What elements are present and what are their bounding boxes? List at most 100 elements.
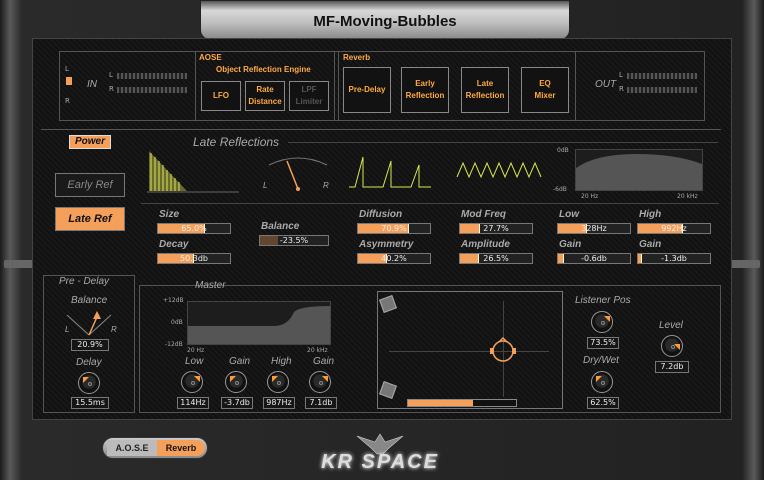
aose-subheader: Object Reflection Engine bbox=[216, 65, 311, 74]
pre-delay-title: Pre - Delay bbox=[59, 276, 110, 287]
reverb-header: Reverb bbox=[343, 53, 371, 62]
master-low-knob[interactable] bbox=[181, 371, 203, 393]
late-section-title: Late Reflections bbox=[193, 135, 280, 149]
late-eq-right-label: 20 kHz bbox=[677, 193, 698, 200]
asymmetry-field[interactable]: 40.2% bbox=[357, 253, 431, 264]
page-switch[interactable]: A.O.S.E Reverb bbox=[102, 437, 208, 459]
modulation-graph bbox=[456, 161, 542, 179]
out-meter-right bbox=[627, 87, 697, 93]
in-label: IN bbox=[87, 79, 97, 90]
pre-delay-balance-value: 20.9% bbox=[71, 339, 109, 351]
diffusion-label: Diffusion bbox=[359, 209, 403, 220]
kr-space-logo: KR SPACE bbox=[285, 430, 475, 476]
decay-graph bbox=[147, 151, 239, 193]
master-high-value: 987Hz bbox=[263, 397, 295, 409]
master-title: Master bbox=[195, 280, 226, 291]
master-gain1-label: Gain bbox=[229, 356, 251, 367]
main-panel: L R IN L R AOSE Object Reflection Engine… bbox=[32, 38, 732, 420]
low-label: Low bbox=[559, 209, 579, 220]
power-button[interactable]: Power bbox=[69, 135, 111, 149]
logo-text: KR SPACE bbox=[321, 451, 439, 473]
gain-low-label: Gain bbox=[559, 239, 582, 250]
size-field[interactable]: 65.0% bbox=[157, 223, 231, 234]
master-eq-right: 20 kHz bbox=[307, 347, 328, 354]
high-label: High bbox=[639, 209, 662, 220]
mod-freq-label: Mod Freq bbox=[461, 209, 506, 220]
rate-distance-button[interactable]: Rate Distance bbox=[245, 81, 285, 111]
early-ref-button[interactable]: Early Ref bbox=[55, 173, 125, 197]
pre-delay-balance-label: Balance bbox=[71, 295, 108, 306]
master-gain1-value: -3.7db bbox=[221, 397, 253, 409]
in-r-label: R bbox=[65, 97, 70, 105]
late-ref-button[interactable]: Late Ref bbox=[55, 207, 125, 231]
balance-graph-l: L bbox=[263, 181, 268, 190]
level-knob[interactable] bbox=[661, 335, 683, 357]
dry-wet-label: Dry/Wet bbox=[583, 355, 619, 366]
gain-low-field[interactable]: -0.6db bbox=[557, 253, 631, 264]
master-eq-mid: 0dB bbox=[171, 319, 183, 326]
gain-high-field[interactable]: -1.3db bbox=[637, 253, 711, 264]
balance-graph-r: R bbox=[323, 181, 329, 190]
low-field[interactable]: 328Hz bbox=[557, 223, 631, 234]
amplitude-label: Amplitude bbox=[461, 239, 510, 250]
decay-field[interactable]: 50.3db bbox=[157, 253, 231, 264]
listener-pos-value: 73.5% bbox=[587, 337, 619, 349]
listener-pos-knob[interactable] bbox=[591, 311, 613, 333]
listener-pos-label: Listener Pos bbox=[575, 295, 631, 306]
decay-label: Decay bbox=[159, 239, 189, 250]
out-meter-r-label: R bbox=[619, 85, 624, 93]
late-divider bbox=[41, 129, 721, 130]
diffusion-field[interactable]: 70.9% bbox=[357, 223, 431, 234]
master-eq-graph bbox=[187, 301, 331, 345]
dry-wet-value: 62.5% bbox=[587, 397, 619, 409]
in-l-label: L bbox=[65, 65, 69, 73]
master-low-value: 114Hz bbox=[177, 397, 209, 409]
pre-delay-r: R bbox=[111, 325, 117, 334]
reverb-tab[interactable]: Reverb bbox=[157, 440, 205, 456]
pre-delay-button[interactable]: Pre-Delay bbox=[343, 67, 391, 113]
frame-edge-right bbox=[730, 260, 760, 268]
master-gain2-value: 7.1db bbox=[305, 397, 337, 409]
mod-freq-field[interactable]: 27.7% bbox=[459, 223, 533, 234]
out-label: OUT bbox=[595, 79, 617, 90]
master-eq-left: 20 Hz bbox=[187, 347, 205, 354]
out-meter-l-label: L bbox=[619, 71, 623, 79]
title-bar: MF-Moving-Bubbles bbox=[200, 0, 570, 40]
late-eq-left-label: 20 Hz bbox=[581, 193, 599, 200]
high-field[interactable]: 992Hz bbox=[637, 223, 711, 234]
master-gain2-label: Gain bbox=[313, 356, 335, 367]
plugin-title: MF-Moving-Bubbles bbox=[313, 13, 457, 30]
amplitude-field[interactable]: 26.5% bbox=[459, 253, 533, 264]
frame-edge-left bbox=[4, 260, 34, 268]
master-gain1-knob[interactable] bbox=[225, 371, 247, 393]
aose-header: AOSE bbox=[199, 53, 222, 62]
in-balance-marker[interactable] bbox=[66, 77, 72, 85]
late-eq-bottom-label: -6dB bbox=[553, 186, 567, 193]
listener-h-axis bbox=[389, 351, 549, 352]
in-meter-r-label: R bbox=[109, 85, 114, 93]
eq-mixer-button[interactable]: EQ Mixer bbox=[521, 67, 569, 113]
listener-area[interactable] bbox=[377, 291, 563, 409]
gain-high-label: Gain bbox=[639, 239, 662, 250]
aose-tab[interactable]: A.O.S.E bbox=[107, 440, 157, 456]
dry-wet-knob[interactable] bbox=[591, 371, 613, 393]
late-reflection-button[interactable]: Late Reflection bbox=[461, 67, 509, 113]
level-value: 7.2db bbox=[655, 361, 689, 373]
pre-delay-delay-knob[interactable] bbox=[78, 372, 100, 394]
early-reflection-button[interactable]: Early Reflection bbox=[401, 67, 449, 113]
master-high-knob[interactable] bbox=[267, 371, 289, 393]
lpf-limiter-button[interactable]: LPF Limiter bbox=[289, 81, 329, 111]
late-title-rule bbox=[288, 142, 718, 143]
late-eq-graph bbox=[575, 149, 703, 191]
pre-delay-delay-label: Delay bbox=[76, 357, 102, 368]
master-gain2-knob[interactable] bbox=[309, 371, 331, 393]
late-eq-top-label: 0dB bbox=[557, 147, 569, 154]
balance-field[interactable]: -23.5% bbox=[259, 235, 329, 246]
listener-head-icon[interactable] bbox=[489, 337, 517, 365]
out-meter-left bbox=[627, 73, 697, 79]
master-high-label: High bbox=[271, 356, 292, 367]
lfo-button[interactable]: LFO bbox=[201, 81, 241, 111]
pre-delay-delay-value: 15.5ms bbox=[71, 397, 109, 409]
listener-progress-bar bbox=[407, 399, 517, 407]
size-label: Size bbox=[159, 209, 180, 220]
